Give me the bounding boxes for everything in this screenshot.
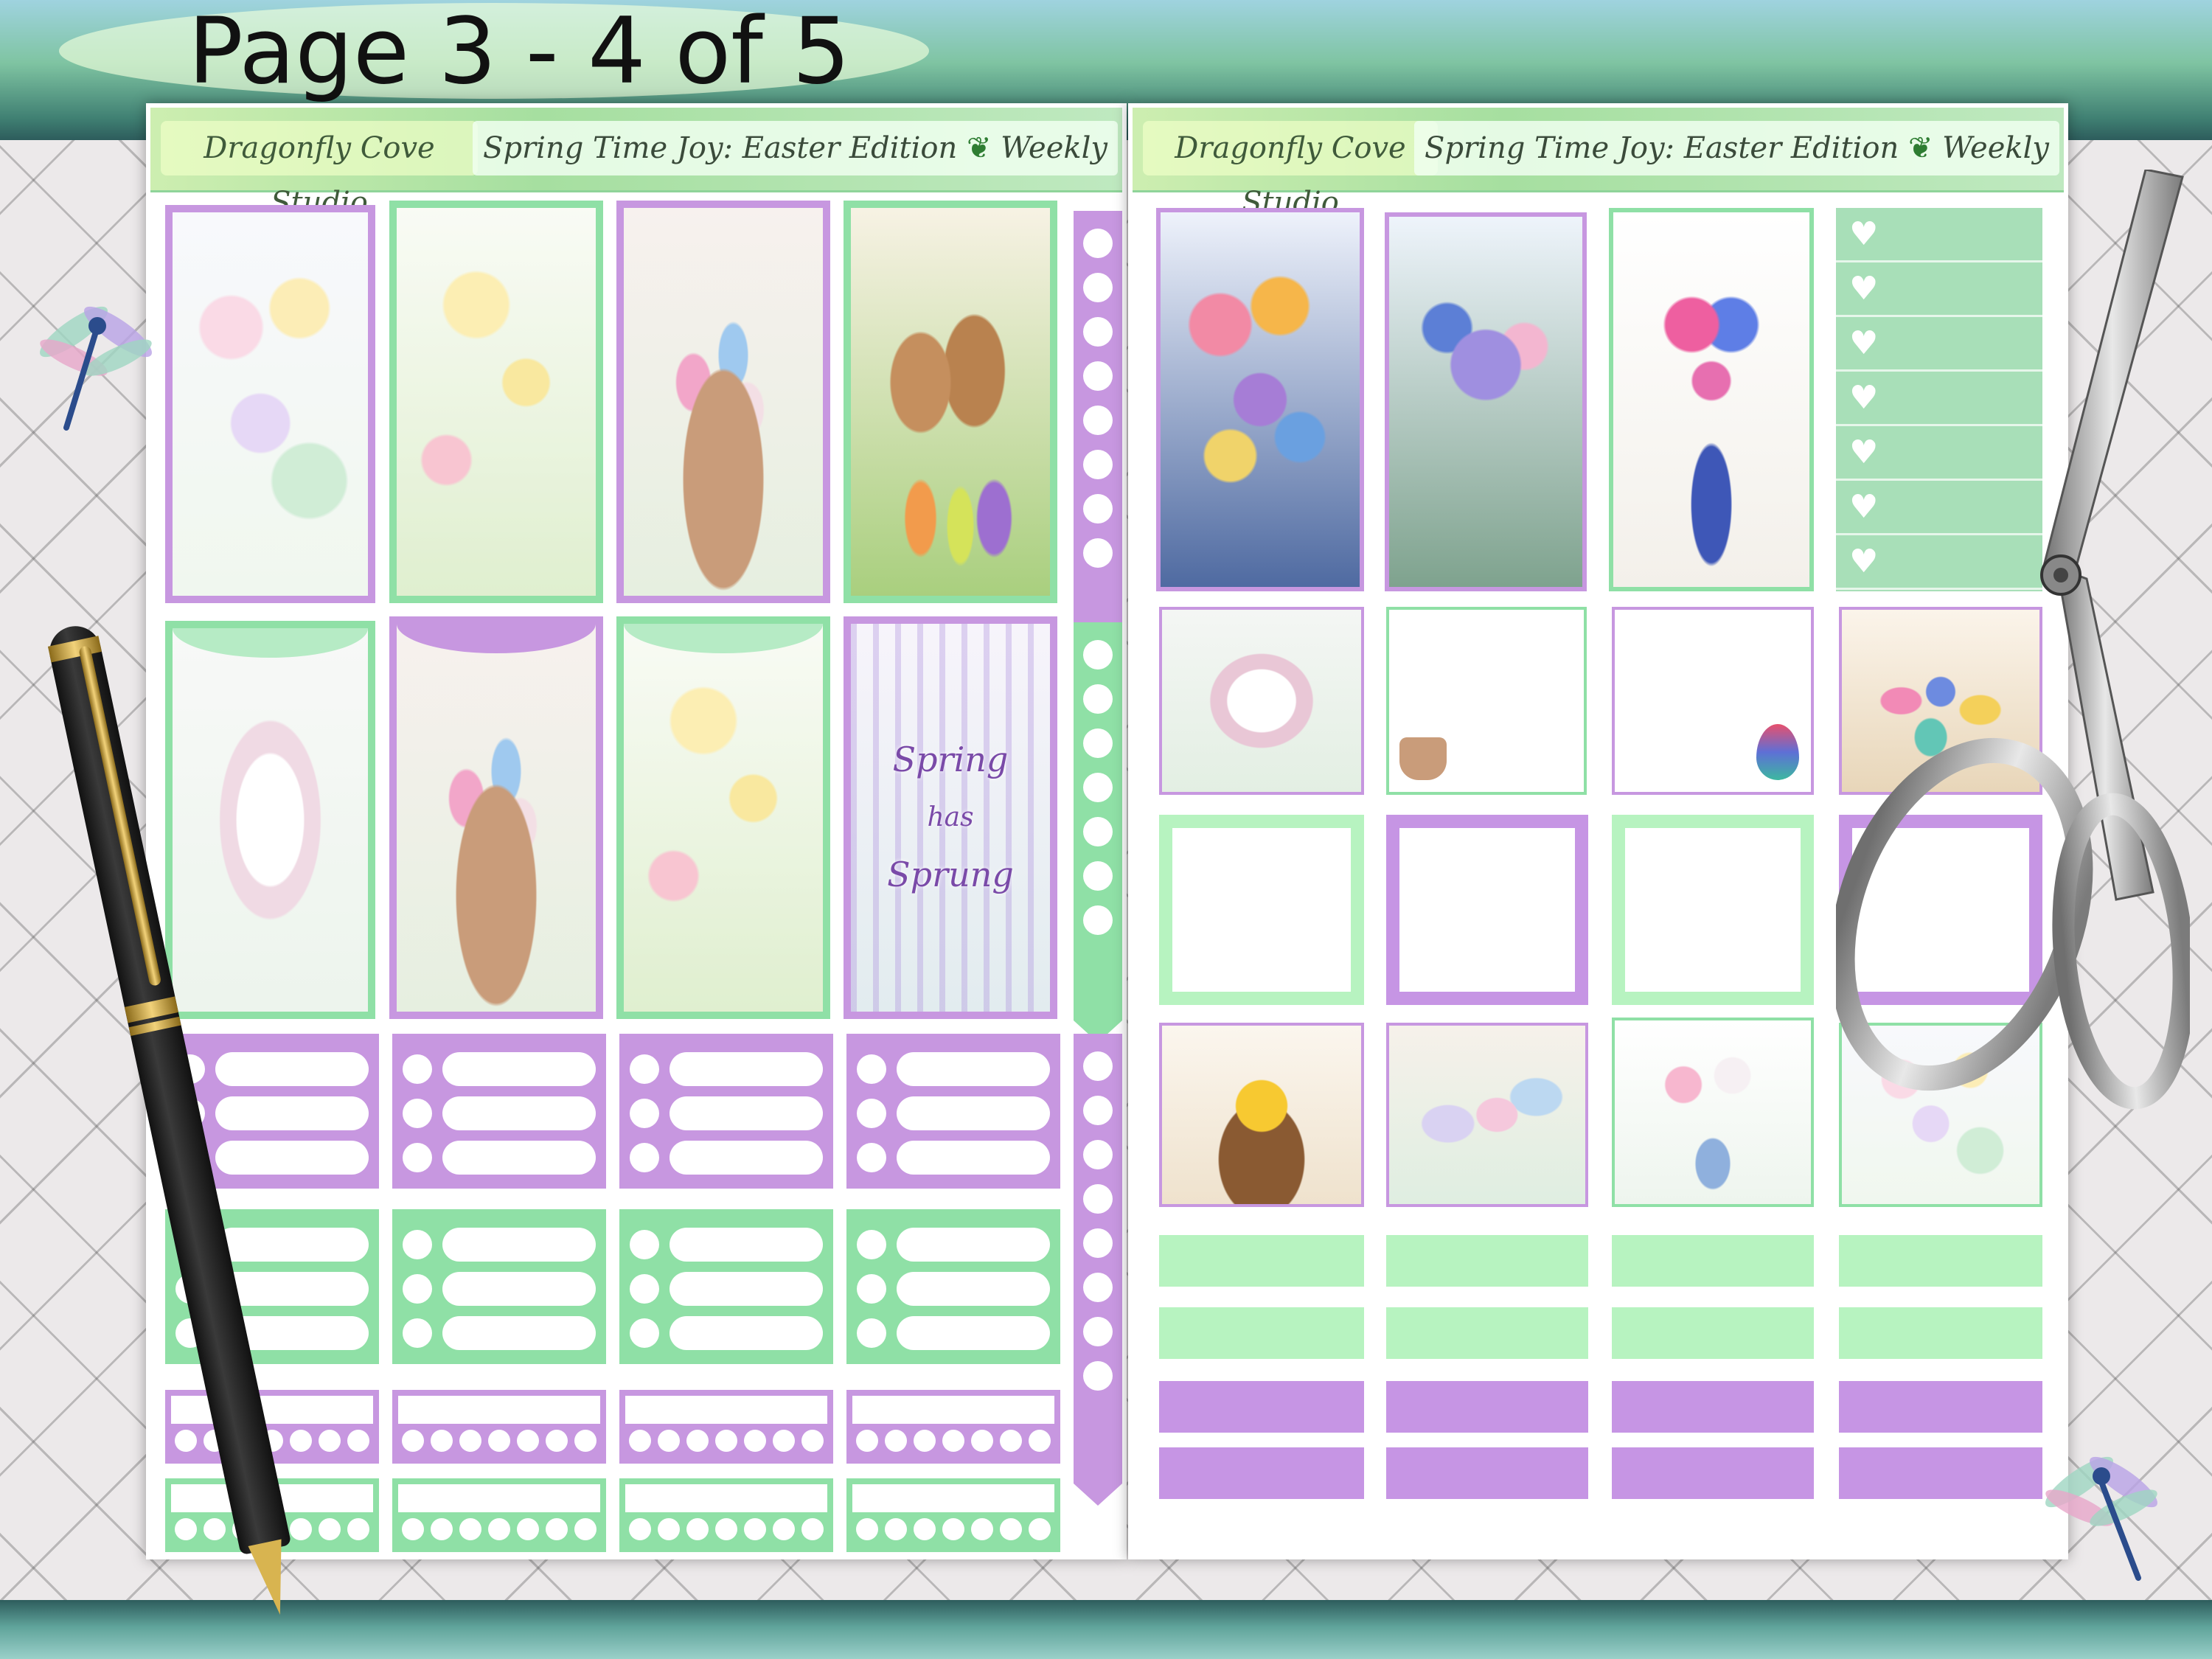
- highlight-green[interactable]: [1839, 1307, 2042, 1359]
- sticker-vase-flowers[interactable]: [1609, 208, 1814, 591]
- dot-tracker-green[interactable]: [392, 1478, 606, 1552]
- spring-text: Spring has Sprung: [851, 624, 1050, 1012]
- edition-label: Spring Time Joy: Easter Edition ❦ Weekly: [1414, 121, 2059, 175]
- highlight-purple[interactable]: [1612, 1447, 1814, 1499]
- dot-tracker-green[interactable]: [619, 1478, 833, 1552]
- left-sticker-sheet: Dragonfly Cove Studio Spring Time Joy: E…: [146, 103, 1127, 1559]
- spring-line-2: has: [927, 801, 974, 832]
- edition-title: Spring Time Joy: Easter Edition: [1425, 131, 1899, 165]
- sticker-egg-basket[interactable]: [616, 201, 830, 603]
- sticker-wreath-small[interactable]: [1159, 607, 1364, 795]
- dragonfly-icon: [40, 306, 152, 431]
- sticker-tulip-bouquet[interactable]: [1156, 208, 1364, 591]
- sticker-basket-eggs[interactable]: [389, 616, 603, 1019]
- highlight-green[interactable]: [1612, 1235, 1814, 1287]
- basket-icon: [1399, 737, 1447, 780]
- checklist-green[interactable]: [846, 1209, 1060, 1364]
- highlight-purple[interactable]: [1386, 1447, 1588, 1499]
- sticker-spring-has-sprung[interactable]: Spring has Sprung: [844, 616, 1057, 1019]
- highlight-green[interactable]: [1159, 1235, 1364, 1287]
- highlight-green[interactable]: [1612, 1307, 1814, 1359]
- box-purple[interactable]: [1386, 815, 1588, 1005]
- brand-label: Dragonfly Cove Studio: [161, 121, 478, 220]
- sticker-floral-vase[interactable]: [165, 205, 375, 603]
- dot-tracker-purple[interactable]: [392, 1390, 606, 1464]
- highlight-purple[interactable]: [1159, 1447, 1364, 1499]
- spring-line-1: Spring: [892, 740, 1009, 780]
- box-green[interactable]: [1159, 815, 1364, 1005]
- page-title: Page 3 - 4 of 5: [188, 0, 851, 105]
- highlight-purple[interactable]: [1386, 1381, 1588, 1433]
- checklist-purple[interactable]: [846, 1034, 1060, 1189]
- egg-icon: [1756, 724, 1799, 780]
- sticker-wreath[interactable]: [165, 621, 375, 1019]
- checklist-green[interactable]: [392, 1209, 606, 1364]
- heart-icon: ❦: [966, 131, 992, 165]
- dot-tracker-purple[interactable]: [846, 1390, 1060, 1464]
- sticker-chick-nest[interactable]: [1159, 1023, 1364, 1207]
- left-sheet-header: Dragonfly Cove Studio Spring Time Joy: E…: [150, 108, 1122, 220]
- highlight-purple[interactable]: [1839, 1381, 2042, 1433]
- sticker-pastel-eggs[interactable]: [1386, 1023, 1588, 1207]
- edition-title: Spring Time Joy: Easter Edition: [483, 131, 958, 165]
- highlight-purple[interactable]: [1839, 1447, 2042, 1499]
- spring-line-3: Sprung: [887, 855, 1014, 895]
- heart-icon: ❦: [1907, 131, 1933, 165]
- side-strip-green[interactable]: [1074, 622, 1122, 1043]
- box-green[interactable]: [1612, 815, 1814, 1005]
- highlight-purple[interactable]: [1612, 1381, 1814, 1433]
- dot-tracker-purple[interactable]: [619, 1390, 833, 1464]
- bottom-banner: [0, 1600, 2212, 1659]
- checklist-green[interactable]: [619, 1209, 833, 1364]
- side-strip-purple-2[interactable]: [1074, 1034, 1122, 1506]
- sticker-egg-corner[interactable]: [1612, 607, 1814, 795]
- dot-tracker-green[interactable]: [846, 1478, 1060, 1552]
- brand-label: Dragonfly Cove Studio: [1143, 121, 1438, 220]
- edition-suffix: Weekly: [1942, 131, 2049, 165]
- sticker-crocus-bouquet[interactable]: [1385, 212, 1587, 591]
- edition-suffix: Weekly: [1001, 131, 1107, 165]
- dragonfly-icon: [2045, 1456, 2157, 1581]
- sticker-basket-corner[interactable]: [1386, 607, 1587, 795]
- highlight-purple[interactable]: [1159, 1381, 1364, 1433]
- sticker-bunnies[interactable]: [844, 201, 1057, 603]
- highlight-green[interactable]: [1386, 1235, 1588, 1287]
- highlight-green[interactable]: [1839, 1235, 2042, 1287]
- highlight-green[interactable]: [1159, 1307, 1364, 1359]
- sticker-daffodils[interactable]: [389, 201, 603, 603]
- sticker-tulip-bouquet[interactable]: [616, 616, 830, 1019]
- highlight-green[interactable]: [1386, 1307, 1588, 1359]
- checklist-purple[interactable]: [392, 1034, 606, 1189]
- edition-label: Spring Time Joy: Easter Edition ❦ Weekly: [473, 121, 1118, 175]
- sticker-pink-vase[interactable]: [1612, 1018, 1814, 1207]
- checklist-purple[interactable]: [619, 1034, 833, 1189]
- side-strip-purple[interactable]: [1074, 211, 1122, 698]
- scissors-icon: [1836, 170, 2190, 1110]
